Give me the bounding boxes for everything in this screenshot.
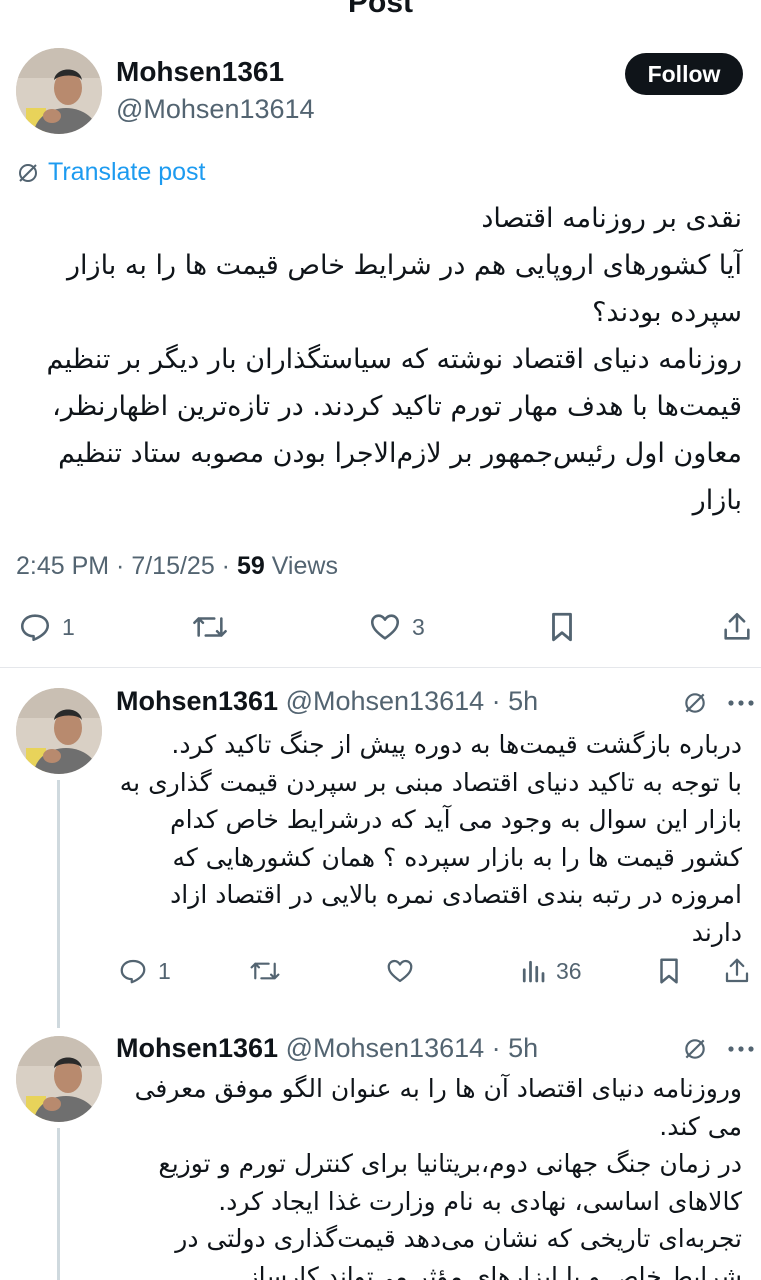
translate-icon: [19, 163, 37, 182]
post-actions: 1 3: [0, 610, 761, 650]
translate-post-link[interactable]: Translate post: [16, 158, 205, 187]
share-icon: [724, 612, 750, 640]
like-count: 3: [412, 613, 425, 640]
views-button[interactable]: 36: [520, 956, 582, 986]
reply-header: Mohsen1361 @Mohsen13614 · 5h: [116, 1033, 538, 1064]
top-bar: Post: [0, 0, 761, 22]
translate-label: Translate post: [48, 158, 206, 186]
more-icon[interactable]: [726, 698, 756, 708]
avatar[interactable]: [16, 1036, 102, 1122]
author-name[interactable]: Mohsen1361: [116, 56, 284, 88]
reply-author-name[interactable]: Mohsen1361: [116, 1033, 278, 1063]
heart-icon: [370, 614, 400, 640]
avatar[interactable]: [16, 688, 102, 774]
like-button[interactable]: 3: [368, 610, 425, 644]
post-meta: 2:45 PM · 7/15/25 · 59 Views: [16, 552, 338, 581]
share-icon: [725, 958, 749, 983]
repost-button[interactable]: [248, 956, 282, 986]
post-time: 2:45 PM · 7/15/25 ·: [16, 552, 237, 580]
reply-settings-icon[interactable]: [640, 0, 672, 14]
more-icon[interactable]: [726, 1044, 756, 1054]
thread-line: [57, 1128, 60, 1280]
views-count: 36: [556, 957, 582, 984]
like-button[interactable]: [385, 956, 415, 986]
bookmark-icon: [660, 958, 678, 984]
share-button[interactable]: [722, 956, 752, 986]
reply-header: Mohsen1361 @Mohsen13614 · 5h: [116, 686, 538, 717]
translate-icon[interactable]: [682, 1036, 708, 1062]
views-label: Views: [264, 552, 338, 580]
analytics-icon: [522, 960, 545, 983]
avatar[interactable]: [16, 48, 102, 134]
reply-author-handle[interactable]: @Mohsen13614 · 5h: [286, 686, 539, 716]
reply-button[interactable]: 1: [118, 956, 171, 986]
reply-icon: [120, 959, 146, 984]
reply-icon: [20, 614, 50, 642]
repost-icon: [250, 962, 280, 980]
reply-button[interactable]: 1: [18, 610, 75, 644]
follow-button[interactable]: Follow: [625, 53, 743, 95]
divider: [0, 667, 761, 668]
post-text: نقدی بر روزنامه اقتصاد آیا کشورهای اروپا…: [46, 203, 742, 516]
author-handle[interactable]: @Mohsen13614: [116, 94, 315, 125]
translate-icon[interactable]: [682, 690, 708, 716]
repost-button[interactable]: [190, 610, 230, 644]
reply-count: 1: [62, 613, 75, 640]
reply-text: درباره بازگشت قیمت‌ها به دوره پیش از جنگ…: [119, 730, 742, 947]
repost-icon: [193, 617, 227, 637]
reply-author-handle[interactable]: @Mohsen13614 · 5h: [286, 1033, 539, 1063]
bookmark-button[interactable]: [547, 610, 577, 644]
heart-icon: [387, 959, 413, 983]
share-button[interactable]: [720, 610, 754, 644]
bookmark-button[interactable]: [656, 956, 682, 986]
reply-count: 1: [158, 957, 171, 984]
reply-author-name[interactable]: Mohsen1361: [116, 686, 278, 716]
reply-text: وروزنامه دنیای اقتصاد آن ها را به عنوان …: [134, 1074, 742, 1280]
reply-actions: 1 36: [0, 956, 761, 992]
bookmark-icon: [552, 612, 572, 642]
views-count: 59: [236, 552, 265, 580]
